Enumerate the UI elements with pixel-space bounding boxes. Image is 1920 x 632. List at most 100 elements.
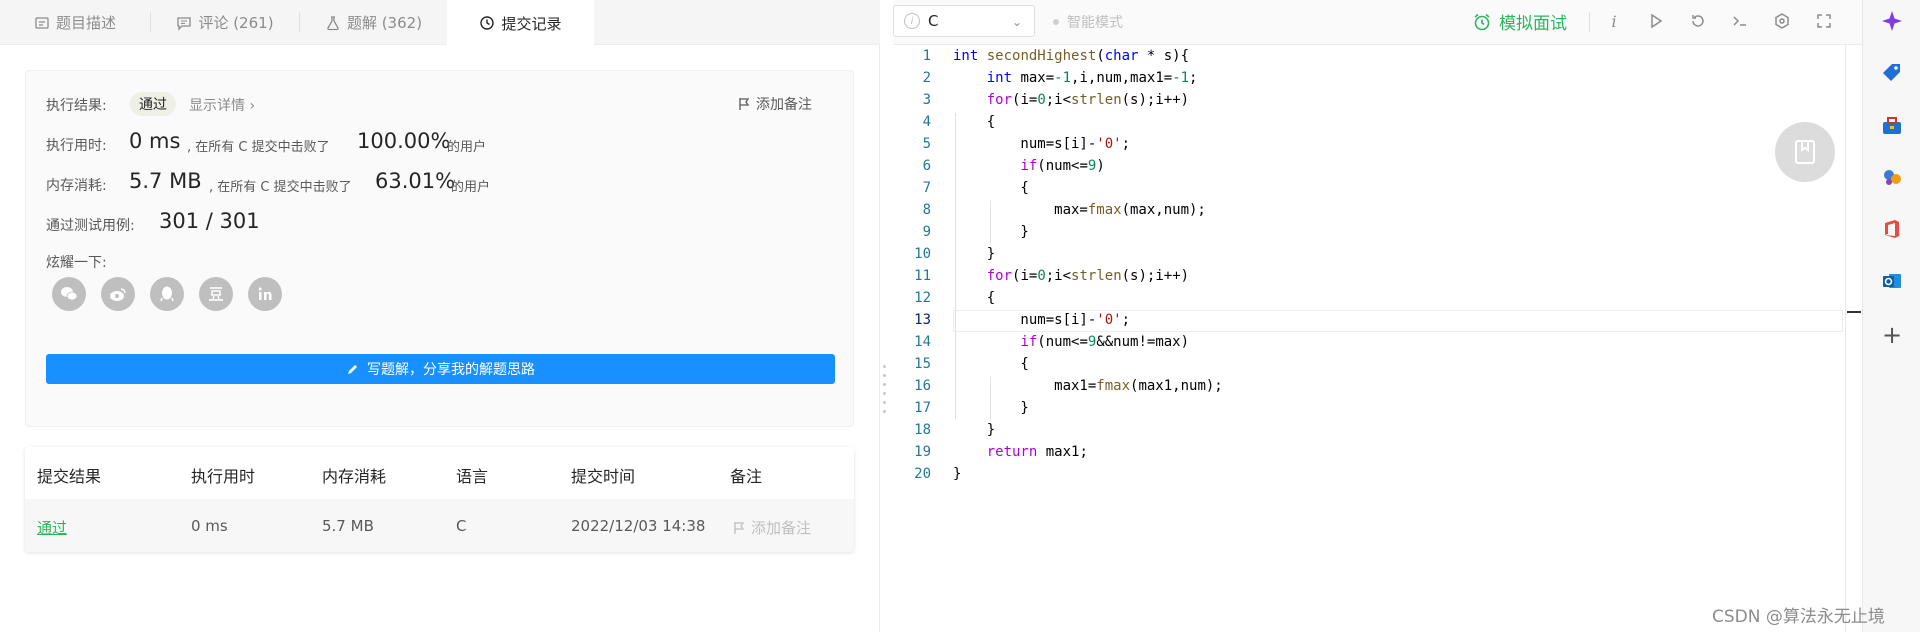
toolbox-icon[interactable] <box>1879 112 1905 138</box>
tests-value: 301 / 301 <box>159 209 260 233</box>
code-line: num=s[i]-'0'; <box>953 136 1131 152</box>
show-details-link[interactable]: 显示详情 › <box>189 95 255 115</box>
table-row[interactable]: 通过 0 ms 5.7 MB C 2022/12/03 14:38 添加备注 <box>25 499 854 552</box>
add-icon[interactable]: + <box>1879 321 1905 349</box>
office-icon[interactable] <box>1879 216 1905 242</box>
line-number: 3 <box>922 92 931 108</box>
memory-beat-text: , 在所有 C 提交中击败了 <box>209 180 352 195</box>
add-note-label: 添加备注 <box>756 97 812 113</box>
tab-submissions[interactable]: 提交记录 <box>447 0 594 46</box>
description-icon <box>35 16 49 29</box>
tag-icon[interactable] <box>1879 60 1905 86</box>
line-number: 7 <box>922 180 931 196</box>
row-note-label: 添加备注 <box>751 519 812 537</box>
language-value: C <box>928 12 939 30</box>
outlook-icon[interactable] <box>1879 268 1905 294</box>
code-editor[interactable]: 1 2 3 4 5 6 7 8 9 10 11 12 13 14 15 16 1… <box>893 45 1845 632</box>
write-solution-button[interactable]: 写题解，分享我的解题思路 <box>46 354 835 384</box>
flag-icon <box>734 521 745 534</box>
code-line: num=s[i]-'0'; <box>953 312 1131 328</box>
line-number: 1 <box>922 48 931 64</box>
alarm-clock-icon <box>1474 13 1490 30</box>
code-line: max1=fmax(max1,num); <box>953 378 1223 394</box>
memory-value: 5.7 MB <box>129 169 202 193</box>
language-select[interactable]: i C ⌄ <box>893 5 1035 37</box>
code-line: } <box>953 466 962 482</box>
line-number: 19 <box>914 444 931 460</box>
comment-icon <box>177 16 192 31</box>
panel-resize-handle[interactable] <box>883 365 887 423</box>
code-line: { <box>953 356 1029 372</box>
linkedin-icon[interactable] <box>248 277 282 311</box>
app-root: 题目描述 评论 (261) 题解 (362) 提交记录 执行结果: 通过 显示详… <box>0 0 1920 632</box>
row-status-link[interactable]: 通过 <box>37 517 67 538</box>
row-language: C <box>456 517 467 535</box>
row-memory: 5.7 MB <box>322 517 374 535</box>
header-submit-time: 提交时间 <box>571 467 636 486</box>
bookmark-icon <box>1795 140 1815 164</box>
clock-icon <box>480 16 495 30</box>
code-line: } <box>953 400 1029 416</box>
console-icon[interactable] <box>1729 10 1751 32</box>
browser-sidebar: + <box>1862 0 1920 632</box>
copilot-sparkle-icon[interactable] <box>1879 8 1905 34</box>
tab-description-label: 题目描述 <box>55 14 116 32</box>
douban-icon[interactable] <box>199 277 233 311</box>
header-runtime: 执行用时 <box>191 467 256 486</box>
status-badge: 通过 <box>130 92 176 116</box>
line-number: 10 <box>914 246 931 262</box>
line-number: 5 <box>922 136 931 152</box>
header-memory: 内存消耗 <box>322 467 387 486</box>
line-number: 12 <box>914 290 931 306</box>
code-line: if(num<=9&&num!=max) <box>1020 334 1190 350</box>
chevron-down-icon: ⌄ <box>1011 15 1022 29</box>
add-note-button[interactable]: 添加备注 <box>738 94 812 114</box>
notes-bookmark-button[interactable] <box>1775 122 1835 182</box>
time-percent: 100.00% <box>357 129 451 153</box>
pencil-icon <box>348 364 357 374</box>
tab-solutions-label: 题解 (362) <box>346 14 423 32</box>
memory-label: 内存消耗: <box>46 178 107 194</box>
tab-submissions-label: 提交记录 <box>501 14 562 33</box>
code-line: for(i=0;i<strlen(s);i++) <box>986 92 1190 108</box>
line-number: 15 <box>914 356 931 372</box>
code-line: int secondHighest(char * s){ <box>953 48 1190 64</box>
fullscreen-icon[interactable] <box>1813 10 1835 32</box>
run-icon[interactable] <box>1645 10 1667 32</box>
tab-comments-label: 评论 (261) <box>198 14 274 32</box>
write-solution-label: 写题解，分享我的解题思路 <box>367 362 535 378</box>
line-number: 18 <box>914 422 931 438</box>
time-label: 执行用时: <box>46 138 107 154</box>
time-users-text: 的用户 <box>447 140 487 155</box>
mock-interview-button[interactable]: 模拟面试 <box>1473 9 1567 34</box>
qq-icon[interactable] <box>150 277 184 311</box>
result-card: 执行结果: 通过 显示详情 › 添加备注 执行用时: 0 ms , 在所有 C … <box>25 70 854 427</box>
line-number: 6 <box>922 158 931 174</box>
row-add-note-button[interactable]: 添加备注 <box>733 517 811 538</box>
code-line: for(i=0;i<strlen(s);i++) <box>986 268 1190 284</box>
line-number: 4 <box>922 114 931 130</box>
reset-icon[interactable] <box>1687 10 1709 32</box>
tab-solutions[interactable]: 题解 (362) <box>300 0 447 45</box>
code-line: } <box>953 422 996 438</box>
editor-scrollbar[interactable] <box>1845 45 1861 632</box>
settings-icon[interactable] <box>1771 10 1793 32</box>
tab-description[interactable]: 题目描述 <box>0 0 150 45</box>
smart-mode-label: 智能模式 <box>1067 15 1123 31</box>
scrollbar-cursor-marker <box>1847 311 1861 313</box>
code-line: if(num<=9) <box>1020 158 1105 174</box>
memory-percent: 63.01% <box>375 169 456 193</box>
tab-bar: 题目描述 评论 (261) 题解 (362) 提交记录 <box>0 0 880 46</box>
share-label: 炫耀一下: <box>46 255 107 271</box>
games-icon[interactable] <box>1879 164 1905 190</box>
toolbar-divider <box>1589 12 1590 32</box>
line-number-current: 13 <box>914 312 931 328</box>
smart-mode-toggle[interactable]: 智能模式 <box>1053 12 1123 32</box>
line-number-gutter: 1 2 3 4 5 6 7 8 9 10 11 12 13 14 15 16 1… <box>893 45 943 632</box>
weibo-icon[interactable] <box>101 277 135 311</box>
wechat-icon[interactable] <box>52 277 86 311</box>
exec-result-label: 执行结果: <box>46 98 107 114</box>
tab-comments[interactable]: 评论 (261) <box>151 0 299 45</box>
info-italic-icon[interactable]: i <box>1603 10 1625 32</box>
code-line: { <box>953 180 1029 196</box>
